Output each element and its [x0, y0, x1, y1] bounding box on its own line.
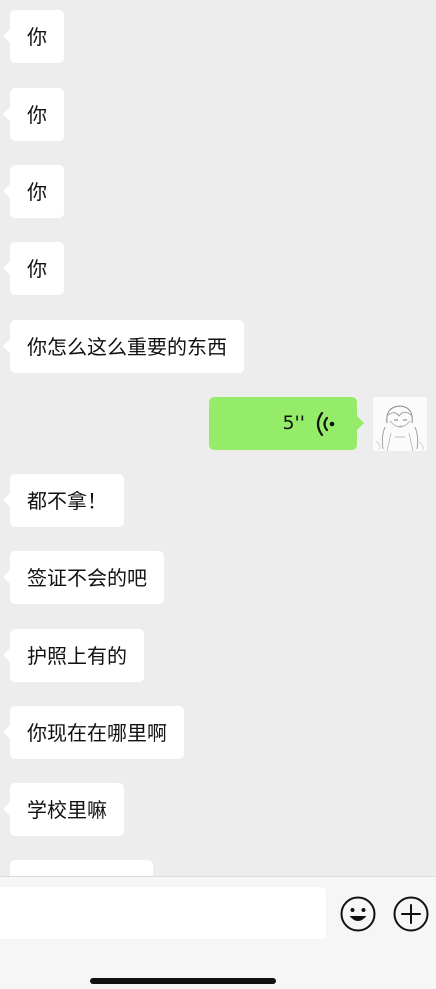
plus-icon[interactable] [392, 895, 430, 933]
message-text: 你现在在哪里啊 [27, 721, 167, 745]
message-bubble[interactable] [10, 860, 153, 876]
message-bubble[interactable]: 护照上有的 [3, 629, 144, 682]
message-bubble[interactable]: 你 [3, 165, 64, 218]
message-text: 学校里嘛 [27, 798, 107, 822]
message-bubble[interactable]: 你 [3, 88, 64, 141]
message-bubble[interactable]: 签证不会的吧 [3, 551, 164, 604]
message-bubble[interactable]: 你现在在哪里啊 [3, 706, 184, 759]
message-input-bar [0, 876, 436, 989]
message-input[interactable] [0, 887, 326, 939]
voice-wave-icon [316, 411, 335, 437]
avatar-illustration [373, 397, 427, 451]
message-bubble[interactable]: 你 [3, 242, 64, 295]
home-indicator [90, 978, 276, 984]
avatar[interactable] [373, 397, 427, 451]
message-text: 你 [27, 180, 47, 204]
message-text: 你 [27, 103, 47, 127]
message-text: 你 [27, 25, 47, 49]
message-bubble[interactable]: 都不拿！ [3, 474, 124, 527]
chat-message-list[interactable]: 你 你 你 你 你怎么这么重要的东西 5'' 都不拿！ 签证不会的吧 护照上有的… [0, 0, 436, 876]
message-text: 你 [27, 257, 47, 281]
message-text: 都不拿！ [27, 489, 107, 513]
message-text: 签证不会的吧 [27, 566, 147, 590]
message-bubble[interactable]: 学校里嘛 [3, 783, 124, 836]
message-bubble[interactable]: 你怎么这么重要的东西 [3, 320, 244, 373]
voice-message-bubble[interactable]: 5'' [209, 397, 364, 450]
voice-duration: 5'' [282, 412, 305, 434]
message-text: 护照上有的 [27, 644, 127, 668]
emoji-icon[interactable] [339, 895, 377, 933]
message-bubble[interactable]: 你 [3, 10, 64, 63]
message-text: 你怎么这么重要的东西 [27, 335, 227, 359]
